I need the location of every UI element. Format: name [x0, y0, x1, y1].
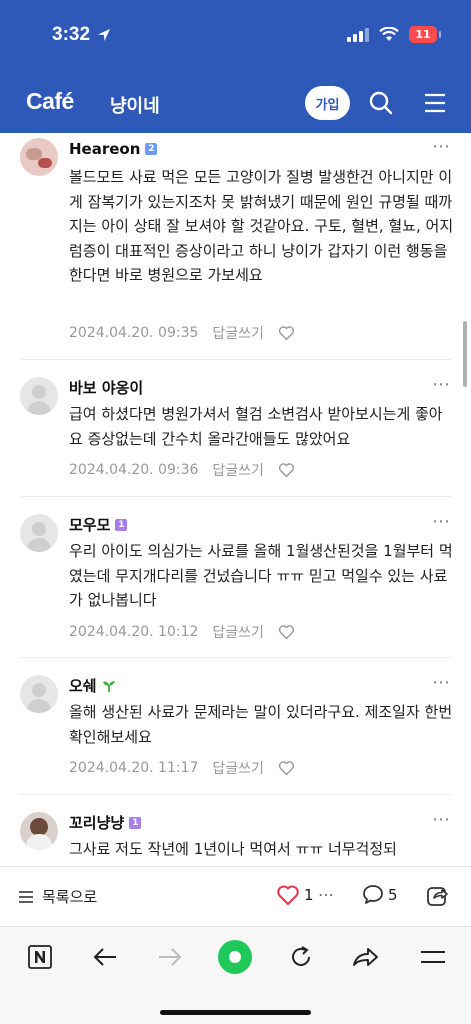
comment-text: 올해 생산된 사료가 문제라는 말이 있더라구요. 제조일자 한번 확인해보세요	[69, 703, 453, 746]
member-level-badge: 2	[145, 143, 158, 155]
app-header: 3:32 11 Café 냥이네 가입	[0, 0, 471, 133]
heart-icon	[277, 885, 299, 905]
search-icon[interactable]	[368, 90, 394, 116]
more-options-icon[interactable]: ⋯	[432, 511, 451, 532]
avatar[interactable]	[20, 812, 58, 850]
reply-button[interactable]: 답글쓰기	[212, 758, 264, 778]
comment-list: Heareon 2 ⋯ 볼드모트 사료 먹은 모든 고양이가 질병 발생한건 아…	[0, 133, 471, 866]
comment-icon	[363, 885, 383, 904]
more-options-icon[interactable]: ⋯	[432, 809, 451, 830]
member-level-badge: 1	[129, 816, 142, 829]
list-icon	[19, 890, 33, 903]
battery-level: 11	[415, 28, 431, 41]
like-heart-icon[interactable]	[278, 462, 295, 478]
back-arrow-icon[interactable]	[90, 942, 120, 972]
avatar[interactable]	[20, 138, 58, 176]
reply-button[interactable]: 답글쓰기	[212, 323, 264, 343]
like-count: 1	[304, 886, 314, 904]
post-action-bar: 목록으로 1 ⋯ 5	[0, 866, 471, 926]
back-to-list-label: 목록으로	[42, 888, 98, 906]
comment-text: 우리 아이도 의심가는 사료를 올해 1월생산된것을 1월부터 먹였는데 무지개…	[69, 542, 453, 609]
comment-author[interactable]: Heareon 2	[69, 140, 158, 158]
location-arrow-icon	[98, 29, 111, 41]
comment-meta: 2024.04.20. 09:35 답글쓰기	[69, 323, 295, 343]
avatar[interactable]	[20, 514, 58, 552]
menu-icon[interactable]	[418, 942, 448, 972]
status-indicators: 11	[347, 26, 441, 43]
comment-author-name: 바보 야옹이	[69, 379, 144, 397]
naver-n-icon[interactable]	[25, 942, 55, 972]
like-heart-icon[interactable]	[278, 624, 295, 640]
reply-button[interactable]: 답글쓰기	[212, 460, 264, 480]
divider	[20, 496, 451, 497]
comment-meta: 2024.04.20. 10:12 답글쓰기	[69, 622, 295, 642]
like-heart-icon[interactable]	[278, 760, 295, 776]
more-options-icon[interactable]: ⋯	[432, 374, 451, 395]
comment-date: 2024.04.20. 09:36	[69, 462, 199, 478]
member-level-badge: 1	[115, 518, 128, 531]
signal-icon	[347, 27, 369, 42]
comment-meta: 2024.04.20. 11:17 답글쓰기	[69, 758, 295, 778]
menu-icon[interactable]	[422, 90, 448, 116]
home-indicator[interactable]	[160, 1010, 311, 1015]
comment-author[interactable]: 모우모 1	[69, 514, 128, 535]
more-icon[interactable]: ⋯	[318, 885, 334, 904]
avatar[interactable]	[20, 377, 58, 415]
share-arrow-icon[interactable]	[350, 942, 380, 972]
like-button[interactable]: 1	[276, 884, 314, 906]
divider	[20, 359, 451, 360]
cafe-logo[interactable]: Café	[26, 88, 74, 115]
comment-author[interactable]: 오쉐	[69, 675, 116, 696]
comment-author-name: Heareon	[69, 140, 141, 158]
comment-count: 5	[388, 885, 398, 904]
divider	[20, 657, 451, 658]
comment-author-name: 꼬리냥냥	[69, 814, 125, 832]
back-to-list-button[interactable]: 목록으로	[18, 886, 97, 907]
cafe-navbar: Café 냥이네 가입	[0, 78, 471, 128]
comment-author-name: 모우모	[69, 516, 111, 534]
reply-button[interactable]: 답글쓰기	[212, 622, 264, 642]
scrollbar[interactable]	[463, 321, 467, 387]
join-button[interactable]: 가입	[305, 86, 350, 120]
refresh-icon[interactable]	[286, 942, 316, 972]
share-icon[interactable]	[425, 884, 449, 908]
status-time: 3:32	[52, 24, 112, 46]
status-time-text: 3:32	[52, 24, 91, 45]
comment-text: 그사료 저도 작년에 1년이나 먹여서 ㅠㅠ 너무걱정되	[69, 840, 397, 858]
comment-button[interactable]: 5	[362, 884, 398, 905]
avatar[interactable]	[20, 675, 58, 713]
comment-date: 2024.04.20. 10:12	[69, 624, 199, 640]
more-options-icon[interactable]: ⋯	[432, 136, 451, 157]
comment-author-name: 오쉐	[69, 677, 97, 695]
divider	[20, 794, 451, 795]
battery-indicator: 11	[409, 26, 441, 43]
browser-toolbar	[0, 926, 471, 1024]
comment-date: 2024.04.20. 09:35	[69, 325, 199, 341]
more-options-icon[interactable]: ⋯	[432, 672, 451, 693]
like-heart-icon[interactable]	[278, 325, 295, 341]
comment-meta: 2024.04.20. 09:36 답글쓰기	[69, 460, 295, 480]
green-dot-icon[interactable]	[218, 940, 252, 974]
comment-text: 급여 하셨다면 병원가셔서 혈검 소변검사 받아보시는게 좋아요 증상없는데 간…	[69, 405, 443, 448]
comment-text: 볼드모트 사료 먹은 모든 고양이가 질병 발생한건 아니지만 이게 잠복기가 …	[69, 168, 454, 284]
comment-author[interactable]: 꼬리냥냥 1	[69, 812, 142, 833]
wifi-icon	[379, 27, 399, 41]
sprout-icon	[102, 680, 115, 692]
status-bar: 3:32 11	[0, 0, 471, 76]
cafe-name[interactable]: 냥이네	[110, 92, 160, 118]
comment-date: 2024.04.20. 11:17	[69, 760, 199, 776]
comment-author[interactable]: 바보 야옹이	[69, 377, 143, 398]
forward-arrow-icon[interactable]	[155, 942, 185, 972]
